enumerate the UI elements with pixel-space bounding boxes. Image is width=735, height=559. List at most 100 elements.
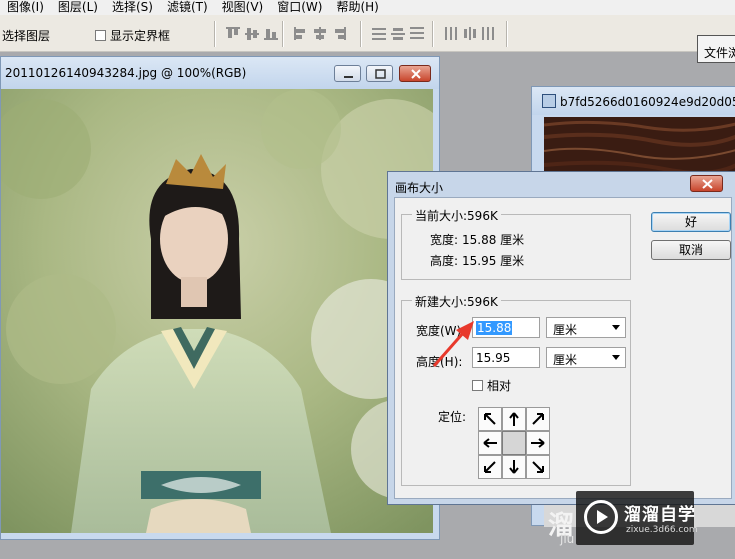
align-left-icon[interactable] xyxy=(294,27,308,40)
relative-checkbox[interactable]: 相对 xyxy=(472,377,511,394)
align-hcenter-icon[interactable] xyxy=(313,27,327,40)
current-width-value: 15.88 厘米 xyxy=(462,233,525,247)
show-bounds-checkbox[interactable]: 显示定界框 xyxy=(95,27,170,44)
watermark-badge: 溜溜自学 zixue.3d66.com xyxy=(576,491,698,545)
anchor-bottom-right[interactable] xyxy=(526,455,550,479)
menu-select[interactable]: 选择(S) xyxy=(105,0,160,15)
align-bottom-icon[interactable] xyxy=(264,27,278,40)
document-window: 20110126140943284.jpg @ 100%(RGB) xyxy=(0,56,440,540)
arrow-up-left-icon xyxy=(484,413,496,425)
menu-filter[interactable]: 滤镜(T) xyxy=(160,0,215,15)
wood-texture xyxy=(544,117,735,179)
background-watermark-sub: jiu xyxy=(560,532,575,546)
wood-texture-image[interactable] xyxy=(544,117,735,179)
arrow-up-right-icon xyxy=(532,413,544,425)
anchor-top-right[interactable] xyxy=(526,407,550,431)
relative-checkbox-box[interactable] xyxy=(472,380,483,391)
canvas-photo[interactable] xyxy=(1,89,433,533)
align-buttons-group xyxy=(226,27,278,40)
distribute-vcenter-icon[interactable] xyxy=(391,27,405,40)
dialog-close-button[interactable] xyxy=(690,175,723,192)
toolbar-separator xyxy=(282,21,284,47)
menu-layer[interactable]: 图层(L) xyxy=(51,0,105,15)
annotation-arrow-icon xyxy=(432,321,474,367)
chevron-down-icon xyxy=(612,325,620,330)
anchor-grid xyxy=(478,407,550,479)
second-document-titlebar[interactable]: b7fd5266d0160924e9d20d05c xyxy=(532,87,735,115)
menu-view[interactable]: 视图(V) xyxy=(215,0,271,15)
current-width-label: 宽度: xyxy=(430,233,459,247)
distribute-left-icon[interactable] xyxy=(444,27,458,40)
anchor-bottom[interactable] xyxy=(502,455,526,479)
watermark-title: 溜溜自学 xyxy=(624,505,696,525)
minimize-button[interactable] xyxy=(334,65,361,82)
distribute-right-icon[interactable] xyxy=(482,27,496,40)
anchor-center[interactable] xyxy=(502,431,526,455)
arrow-down-left-icon xyxy=(484,461,496,473)
distribute-hcenter-icon[interactable] xyxy=(463,27,477,40)
align-right-icon[interactable] xyxy=(332,27,346,40)
distribute-top-icon[interactable] xyxy=(372,27,386,40)
play-icon xyxy=(597,510,608,524)
anchor-left[interactable] xyxy=(478,431,502,455)
dialog-title: 画布大小 xyxy=(395,181,444,195)
anchor-top-left[interactable] xyxy=(478,407,502,431)
arrow-up-icon xyxy=(509,412,519,426)
file-browser-button[interactable]: 文件浏 xyxy=(697,35,735,63)
second-document-title: b7fd5266d0160924e9d20d05c xyxy=(560,95,735,109)
toolbar-separator xyxy=(360,21,362,47)
arrow-down-right-icon xyxy=(532,461,544,473)
play-logo-icon xyxy=(584,500,618,534)
distribute-horizontal-group xyxy=(444,27,496,40)
anchor-right[interactable] xyxy=(526,431,550,455)
arrow-down-icon xyxy=(509,460,519,474)
maximize-button[interactable] xyxy=(366,65,393,82)
watermark-url: zixue.3d66.com xyxy=(626,525,698,535)
document-title: 20110126140943284.jpg @ 100%(RGB) xyxy=(5,66,247,80)
width-unit-value: 厘米 xyxy=(553,323,578,337)
height-unit-value: 厘米 xyxy=(553,353,578,367)
close-icon xyxy=(411,69,421,79)
close-icon xyxy=(702,179,713,189)
arrow-left-icon xyxy=(483,438,497,448)
chevron-down-icon xyxy=(612,355,620,360)
photoshop-doc-icon xyxy=(542,94,556,108)
width-input[interactable]: 15.88 xyxy=(472,317,540,338)
menu-image[interactable]: 图像(I) xyxy=(0,0,51,15)
document-titlebar[interactable]: 20110126140943284.jpg @ 100%(RGB) xyxy=(1,57,439,89)
toolbar-separator xyxy=(506,21,508,47)
select-layer-label: 选择图层 xyxy=(2,29,51,43)
minimize-icon xyxy=(344,76,353,78)
distribute-bottom-icon[interactable] xyxy=(410,27,424,40)
anchor-top[interactable] xyxy=(502,407,526,431)
maximize-icon xyxy=(375,69,386,79)
menu-window[interactable]: 窗口(W) xyxy=(270,0,329,15)
height-input[interactable]: 15.95 xyxy=(472,347,540,368)
current-height-value: 15.95 厘米 xyxy=(462,254,525,268)
new-size-label: 新建大小:596K xyxy=(412,293,501,310)
align-horizontal-group xyxy=(294,27,346,40)
width-unit-select[interactable]: 厘米 xyxy=(546,317,626,338)
checkbox-box[interactable] xyxy=(95,30,106,41)
height-input-value: 15.95 xyxy=(476,351,511,365)
ok-button[interactable]: 好 xyxy=(651,212,731,232)
distribute-vertical-group xyxy=(372,27,424,40)
current-height-label: 高度: xyxy=(430,254,459,268)
relative-label: 相对 xyxy=(487,379,512,393)
portrait-photo xyxy=(1,89,433,533)
current-size-group: 当前大小:596K 宽度: 15.88 厘米 高度: 15.95 厘米 xyxy=(401,207,631,280)
toolbar-separator xyxy=(214,21,216,47)
anchor-bottom-left[interactable] xyxy=(478,455,502,479)
align-vcenter-icon[interactable] xyxy=(245,27,259,40)
current-size-label: 当前大小:596K xyxy=(412,207,501,224)
close-button[interactable] xyxy=(399,65,431,82)
options-bar: 选择图层 显示定界框 文件浏 xyxy=(0,15,735,63)
align-top-icon[interactable] xyxy=(226,27,240,40)
menu-help[interactable]: 帮助(H) xyxy=(329,0,385,15)
menu-bar: 图像(I) 图层(L) 选择(S) 滤镜(T) 视图(V) 窗口(W) 帮助(H… xyxy=(0,0,735,15)
toolbar-separator xyxy=(432,21,434,47)
cancel-button[interactable]: 取消 xyxy=(651,240,731,260)
width-input-value: 15.88 xyxy=(476,321,513,335)
arrow-right-icon xyxy=(531,438,545,448)
height-unit-select[interactable]: 厘米 xyxy=(546,347,626,368)
